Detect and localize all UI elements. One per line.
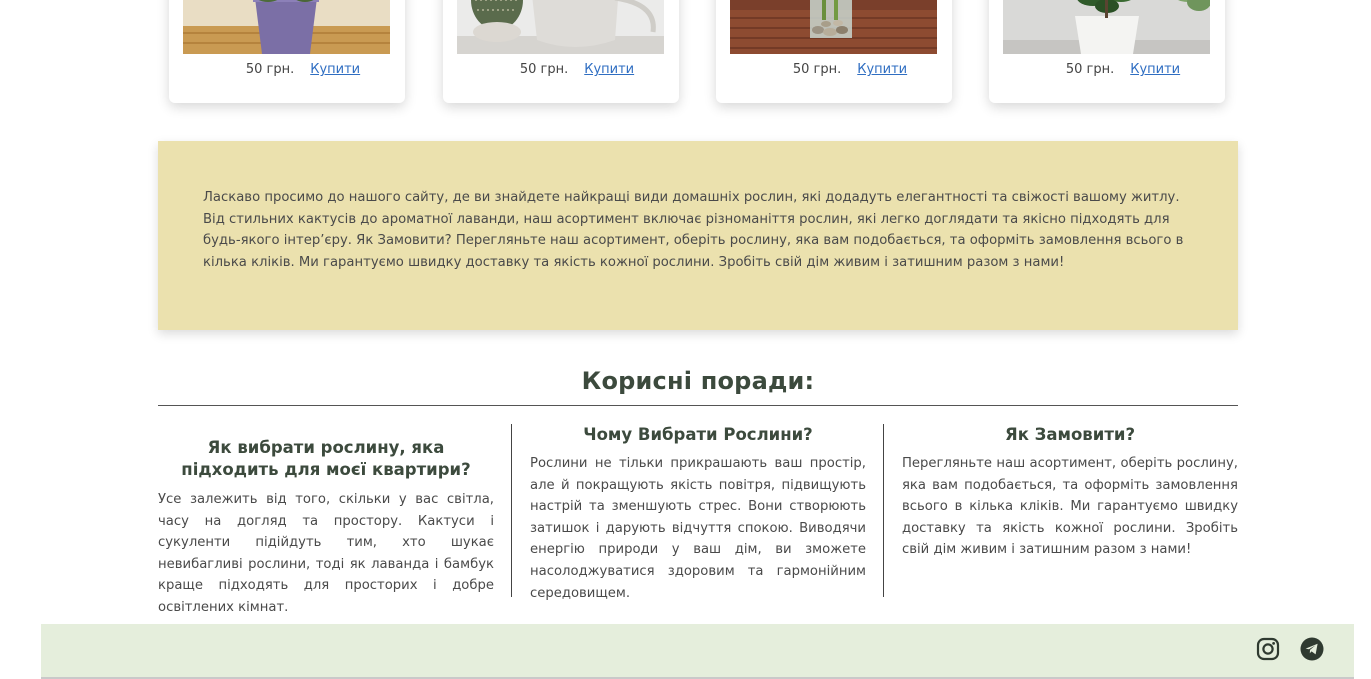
product-price: 50 грн. bbox=[792, 62, 842, 77]
tip-text: Перегляньте наш асортимент, оберіть росл… bbox=[902, 456, 1238, 558]
tips-divider bbox=[158, 405, 1238, 406]
buy-link[interactable]: Купити bbox=[857, 62, 907, 82]
product-image bbox=[457, 0, 664, 54]
product-image bbox=[183, 0, 390, 54]
product-card: 50 грн. Купити bbox=[443, 0, 679, 103]
tip-text: Рослини не тільки прикрашають ваш прості… bbox=[530, 456, 866, 601]
tip-heading: Чому Вибрати Рослини? bbox=[583, 425, 813, 444]
tip-heading: Як Замовити? bbox=[1004, 425, 1136, 444]
tip-column: Чому Вибрати Рослини? Рослини не тільки … bbox=[530, 424, 866, 604]
tip-heading: Як вибрати рослину, яка підходить для мо… bbox=[181, 438, 471, 479]
tip-column: Як вибрати рослину, яка підходить для мо… bbox=[158, 437, 494, 619]
product-price: 50 грн. bbox=[1065, 62, 1115, 77]
instagram-icon[interactable] bbox=[1256, 637, 1280, 661]
buy-link[interactable]: Купити bbox=[1130, 62, 1180, 82]
product-price: 50 грн. bbox=[245, 62, 295, 77]
product-grid: 50 грн. Купити 50 грн. Купити 50 грн. Ку… bbox=[0, 0, 1371, 120]
price-row: 50 грн. Купити bbox=[169, 62, 405, 82]
buy-link[interactable]: Купити bbox=[310, 62, 360, 82]
footer bbox=[41, 624, 1354, 679]
price-row: 50 грн. Купити bbox=[443, 62, 679, 82]
intro-text: Ласкаво просимо до нашого сайту, де ви з… bbox=[203, 190, 1184, 271]
buy-link[interactable]: Купити bbox=[584, 62, 634, 82]
intro-banner: Ласкаво просимо до нашого сайту, де ви з… bbox=[158, 141, 1238, 330]
tip-column: Як Замовити? Перегляньте наш асортимент,… bbox=[902, 424, 1238, 561]
telegram-icon[interactable] bbox=[1300, 637, 1324, 661]
product-card: 50 грн. Купити bbox=[716, 0, 952, 103]
product-image bbox=[730, 0, 937, 54]
product-image bbox=[1003, 0, 1210, 54]
tips-title: Корисні поради: bbox=[581, 367, 815, 395]
product-card: 50 грн. Купити bbox=[989, 0, 1225, 103]
column-divider bbox=[511, 424, 512, 597]
tip-text: Усе залежить від того, скільки у вас сві… bbox=[158, 492, 494, 615]
price-row: 50 грн. Купити bbox=[716, 62, 952, 82]
column-divider bbox=[883, 424, 884, 597]
product-card: 50 грн. Купити bbox=[169, 0, 405, 103]
price-row: 50 грн. Купити bbox=[989, 62, 1225, 82]
product-price: 50 грн. bbox=[519, 62, 569, 77]
